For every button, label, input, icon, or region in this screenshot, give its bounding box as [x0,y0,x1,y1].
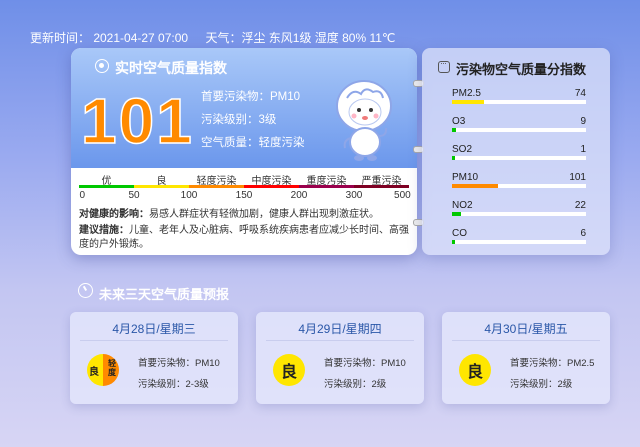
suggested-measures: 建议措施：儿童、老年人及心脏病、呼吸系统疾病患者应减少长时间、高强度的户外锻炼。 [79,224,409,252]
divider [266,340,414,341]
forecast-level: 污染级别：2-3级 [138,379,209,390]
aqi-card: 实时空气质量指数 101 首要污染物：PM10 污染级别：3级 空气质量：轻度污… [71,48,417,255]
health-impact-text: 易感人群症状有轻微加剧，健康人群出现刺激症状。 [149,209,379,220]
scale-number: 100 [180,190,198,201]
pollutant-name: NO2 [452,200,473,211]
forecast-primary: 首要污染物：PM10 [138,358,220,369]
scale-number: 200 [290,190,308,201]
aqi-header: 实时空气质量指数 101 首要污染物：PM10 污染级别：3级 空气质量：轻度污… [71,48,417,168]
scale-labels: 优 良 轻度污染 中度污染 重度污染 严重污染 [79,172,409,187]
aqi-scale: 优 良 轻度污染 中度污染 重度污染 严重污染 0 50 100 150 200… [79,172,411,202]
pollutant-bar [452,128,586,132]
scale-segment [354,185,409,188]
health-impact: 对健康的影响：易感人群症状有轻微加剧，健康人群出现刺激症状。 [79,208,409,222]
measures-label: 建议措施： [79,225,129,236]
scale-number: 500 [394,190,411,201]
aqi-value: 101 [80,84,194,158]
pollutant-name: PM10 [452,172,479,183]
scale-number: 300 [345,190,363,201]
pollutant-bar-fill [452,100,485,104]
primary-pollutant: 首要污染物：PM10 [201,91,301,103]
air-quality: 空气质量：轻度污染 [201,137,305,149]
forecast-card-day2: 4月29日/星期四 良 首要污染物：PM10 污染级别：2级 [256,312,424,404]
pollutant-bar-fill [452,240,455,244]
pollutant-item: PM2.5 74 [452,88,586,104]
pollutant-value: 101 [569,172,586,183]
aqi-level-badge: 良 [459,354,491,386]
pollutant-bar [452,212,586,216]
health-impact-label: 对健康的影响： [79,209,149,220]
aqi-level-badge: 良 轻度 [87,354,119,386]
scale-number: 50 [128,190,140,201]
scale-segment [189,185,244,188]
forecast-primary: 首要污染物：PM10 [324,358,406,369]
pollutant-item: NO2 22 [452,200,586,216]
pollutant-bar [452,184,586,188]
pollutant-bar [452,156,586,160]
pollution-level: 污染级别：3级 [201,114,277,126]
pollutant-name: O3 [452,116,466,127]
scale-segment [79,185,134,188]
pollutant-bar-fill [452,156,455,160]
scale-numbers: 0 50 100 150 200 300 500 [79,190,411,202]
pollutant-row: NO2 22 [452,200,586,211]
pollutant-name: SO2 [452,144,473,155]
badge-label: 良 [89,367,99,378]
scale-number: 0 [79,190,86,201]
scale-color-bar [79,185,409,188]
forecast-card-day1: 4月28日/星期三 良 轻度 首要污染物：PM10 污染级别：2-3级 [70,312,238,404]
scale-segment [299,185,354,188]
pollutant-bar [452,100,586,104]
badge-label: 轻度 [108,359,116,377]
pollutant-row: SO2 1 [452,144,586,155]
aqi-title: 实时空气质量指数 [115,60,227,76]
mascot-icon [336,80,392,161]
pollutant-item: PM10 101 [452,172,586,188]
aqi-icon [95,59,109,73]
pollutant-bar [452,240,586,244]
divider [80,340,228,341]
forecast-date: 4月28日/星期三 [112,322,196,336]
forecast-date: 4月29日/星期四 [298,322,382,336]
pollutant-row: O3 9 [452,116,586,127]
pollutant-value: 9 [580,116,586,127]
forecast-card-day3: 4月30日/星期五 良 首要污染物：PM2.5 污染级别：2级 [442,312,610,404]
pollutant-name: PM2.5 [452,88,481,99]
measures-text: 儿童、老年人及心脏病、呼吸系统疾病患者应减少长时间、高强度的户外锻炼。 [79,225,409,250]
scale-segment [134,185,189,188]
pollutant-value: 6 [580,228,586,239]
aqi-level-badge: 良 [273,354,305,386]
scale-segment [244,185,299,188]
health-advice: 对健康的影响：易感人群症状有轻微加剧，健康人群出现刺激症状。 建议措施：儿童、老… [79,208,409,252]
pollutant-item: O3 9 [452,116,586,132]
pollutant-card: 污染物空气质量分指数 PM2.5 74 O3 9 SO2 1 PM10 101 NO2 22 CO 6 [422,48,610,255]
grid-icon [438,58,450,73]
pollutant-item: SO2 1 [452,144,586,160]
clock-icon [78,283,93,298]
pollutant-item: CO 6 [452,228,586,244]
update-info-bar: 更新时间： 2021-04-27 07:00 天气：浮尘 东风1级 湿度 80%… [30,29,409,46]
update-time: 更新时间： 2021-04-27 07:00 [30,31,189,45]
pollutant-bar-fill [452,128,457,132]
pollutant-title: 污染物空气质量分指数 [456,62,587,77]
pollutant-bar-fill [452,212,462,216]
forecast-title: 未来三天空气质量预报 [99,287,230,302]
forecast-level: 污染级别：2级 [324,379,387,390]
forecast-level: 污染级别：2级 [510,379,573,390]
aqi-info: 首要污染物：PM10 污染级别：3级 空气质量：轻度污染 [201,86,305,155]
pollutant-row: PM2.5 74 [452,88,586,99]
weather-info: 天气：浮尘 东风1级 湿度 80% 11℃ [205,31,396,45]
scale-number: 150 [235,190,253,201]
divider [452,340,600,341]
pollutant-bar-fill [452,184,498,188]
pollutant-row: PM10 101 [452,172,586,183]
forecast-date: 4月30日/星期五 [484,322,568,336]
pollutant-value: 1 [580,144,586,155]
pollutant-name: CO [452,228,467,239]
pollutant-value: 74 [574,88,586,99]
pollutant-row: CO 6 [452,228,586,239]
pollutant-value: 22 [574,200,586,211]
forecast-primary: 首要污染物：PM2.5 [510,358,595,369]
